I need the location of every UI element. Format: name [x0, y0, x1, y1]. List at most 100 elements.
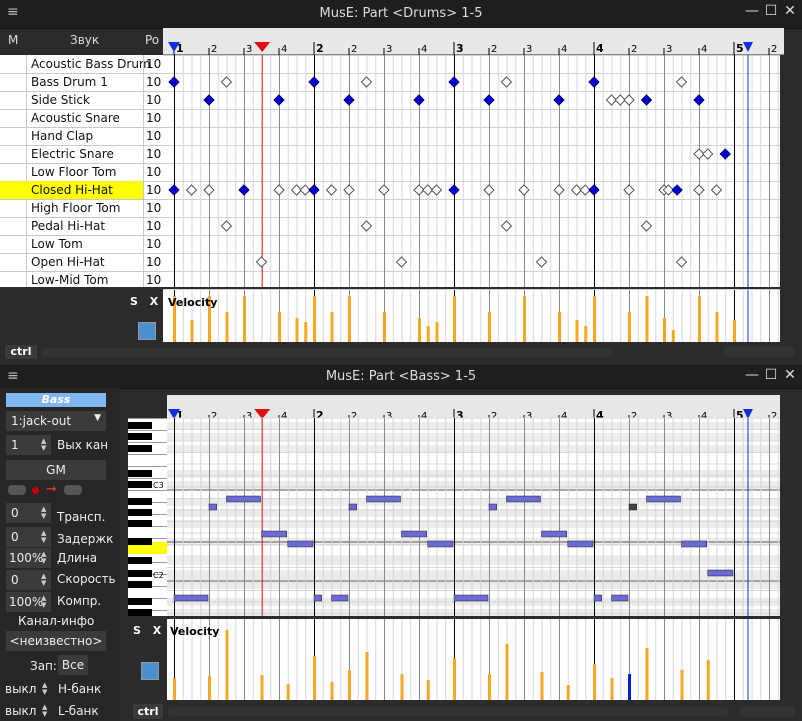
mute-cell[interactable]: [0, 145, 27, 163]
black-key[interactable]: [128, 445, 152, 452]
gm-button[interactable]: GM: [6, 460, 106, 480]
instrument-row[interactable]: Low Floor Tom 10: [0, 163, 163, 182]
velocity-bar[interactable]: [706, 660, 710, 700]
instrument-select[interactable]: <неизвестно>: [6, 631, 106, 651]
velocity-bar[interactable]: [313, 656, 316, 700]
black-key[interactable]: [128, 570, 152, 577]
velocity-bar[interactable]: [488, 312, 491, 342]
black-key[interactable]: [128, 433, 152, 440]
instrument-volume[interactable]: 10: [143, 163, 163, 181]
mute-cell[interactable]: [0, 271, 27, 287]
velocity-bar[interactable]: [566, 685, 570, 700]
instrument-volume[interactable]: 10: [143, 271, 163, 287]
velocity-canvas[interactable]: [163, 290, 784, 342]
velocity-bar[interactable]: [584, 326, 588, 342]
mute-cell[interactable]: [0, 127, 27, 145]
velocity-bar[interactable]: [295, 318, 299, 342]
velocity-bar[interactable]: [733, 320, 736, 342]
velocity-bar[interactable]: [243, 296, 246, 342]
velocity-bar[interactable]: [208, 676, 211, 700]
note-event[interactable]: [453, 594, 489, 602]
mute-cell[interactable]: [0, 109, 27, 127]
instrument-row[interactable]: High Floor Tom 10: [0, 199, 163, 218]
velocity-bar-selected[interactable]: [628, 674, 631, 700]
length-spinbox[interactable]: 100% ▲ ▼: [6, 548, 51, 568]
velocity-bar[interactable]: [365, 652, 369, 700]
solo-button[interactable]: S: [130, 623, 144, 639]
delay-spinbox[interactable]: 0 ▲ ▼: [6, 527, 51, 547]
instrument-volume[interactable]: 10: [143, 109, 163, 127]
controller-select-icon[interactable]: [141, 662, 159, 680]
note-event[interactable]: [173, 594, 209, 602]
velocity-bar[interactable]: [418, 318, 421, 342]
mute-cell[interactable]: [0, 55, 27, 73]
velocity-bar[interactable]: [698, 296, 701, 342]
velocity-bar[interactable]: [330, 682, 334, 700]
velocity-bar[interactable]: [330, 312, 334, 342]
minimize-icon[interactable]: —: [744, 367, 760, 385]
output-port-select[interactable]: 1:jack-out ▼: [6, 411, 106, 431]
velocity-bar[interactable]: [645, 296, 649, 342]
mute-cell[interactable]: [0, 163, 27, 181]
velocity-bar[interactable]: [313, 296, 316, 342]
record-all-button[interactable]: Все: [58, 655, 88, 675]
velocity-bar[interactable]: [715, 312, 719, 342]
instrument-volume[interactable]: 10: [143, 199, 163, 217]
velocity-bar[interactable]: [575, 320, 579, 342]
black-key[interactable]: [128, 422, 152, 429]
mute-cell[interactable]: [0, 199, 27, 217]
minimize-icon[interactable]: —: [744, 3, 760, 21]
velocity-bar[interactable]: [304, 322, 308, 342]
note-event[interactable]: [427, 540, 454, 548]
black-key[interactable]: [128, 538, 152, 545]
note-event[interactable]: [628, 503, 637, 511]
note-event[interactable]: [226, 495, 261, 503]
zoom-slider[interactable]: [740, 706, 795, 717]
drum-instrument-list[interactable]: Acoustic Bass Drum 10 Bass Drum 1 10 Side St…: [0, 55, 163, 287]
instrument-row[interactable]: Low-Mid Tom 10: [0, 271, 163, 287]
note-event[interactable]: [567, 540, 594, 548]
velocity-bar[interactable]: [488, 674, 491, 700]
out-channel-spinbox[interactable]: 1 ▲ ▼: [6, 435, 51, 455]
spin-arrows-icon[interactable]: ▲ ▼: [42, 704, 48, 718]
note-event[interactable]: [261, 530, 287, 538]
velocity-spinbox[interactable]: 0 ▲ ▼: [6, 570, 51, 590]
note-event[interactable]: [707, 569, 734, 577]
instrument-volume[interactable]: 10: [143, 55, 163, 73]
solo-button[interactable]: S: [127, 294, 141, 310]
instrument-volume[interactable]: 10: [143, 145, 163, 163]
routing-icons[interactable]: ➞: [8, 482, 88, 497]
instrument-volume[interactable]: 10: [143, 217, 163, 235]
mute-cell[interactable]: [0, 217, 27, 235]
velocity-bar[interactable]: [190, 320, 194, 342]
mute-cell[interactable]: [0, 181, 27, 199]
velocity-bar[interactable]: [593, 296, 596, 342]
velocity-bar[interactable]: [645, 648, 649, 700]
velocity-bar[interactable]: [663, 318, 666, 342]
black-key[interactable]: [128, 509, 152, 516]
velocity-bar[interactable]: [383, 312, 386, 342]
black-key[interactable]: [128, 598, 152, 605]
record-dot-icon[interactable]: [32, 487, 39, 494]
instrument-volume[interactable]: 10: [143, 253, 163, 271]
velocity-bar[interactable]: [348, 670, 351, 700]
note-event[interactable]: [681, 540, 707, 548]
instrument-row[interactable]: Acoustic Snare 10: [0, 109, 163, 128]
ctrl-button[interactable]: ctrl: [133, 704, 163, 719]
velocity-bar[interactable]: [593, 664, 596, 700]
black-key[interactable]: [128, 481, 152, 488]
instrument-row[interactable]: Hand Clap 10: [0, 127, 163, 146]
note-event[interactable]: [366, 495, 401, 503]
mute-cell[interactable]: [0, 253, 27, 271]
close-icon[interactable]: ✕: [782, 367, 798, 385]
velocity-bar[interactable]: [260, 675, 264, 700]
velocity-bar[interactable]: [426, 326, 430, 342]
instrument-row[interactable]: Low Tom 10: [0, 235, 163, 254]
velocity-bar[interactable]: [540, 672, 544, 700]
instrument-row[interactable]: Bass Drum 1 10: [0, 73, 163, 92]
time-ruler[interactable]: [163, 28, 784, 55]
note-event[interactable]: [401, 530, 427, 538]
maximize-icon[interactable]: ☐: [763, 3, 779, 21]
velocity-bar[interactable]: [400, 674, 404, 700]
note-event[interactable]: [331, 594, 349, 602]
